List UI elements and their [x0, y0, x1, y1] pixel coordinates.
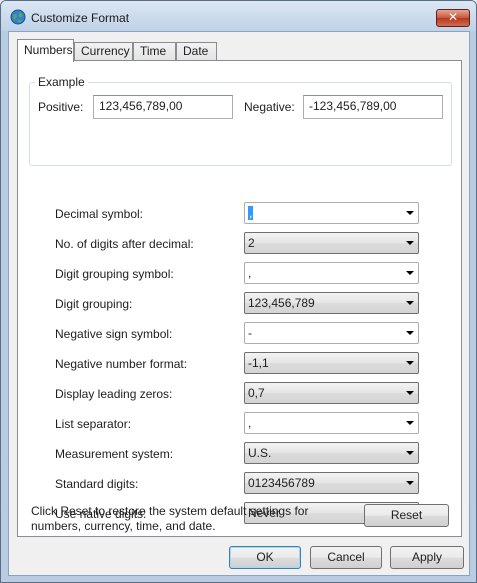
chevron-down-icon: [406, 241, 414, 245]
combo-value: -1,1: [248, 356, 269, 370]
negative-label: Negative:: [244, 100, 295, 114]
ok-button[interactable]: OK: [229, 546, 301, 569]
decimal-symbol-combo[interactable]: ,: [244, 202, 419, 224]
chevron-down-icon[interactable]: [406, 331, 414, 335]
chevron-down-icon: [406, 391, 414, 395]
list-separator-combo[interactable]: ,: [244, 412, 419, 434]
chevron-down-icon: [406, 481, 414, 485]
digits-after-decimal-dropdown[interactable]: 2: [244, 232, 419, 254]
chevron-down-icon[interactable]: [406, 271, 414, 275]
apply-button[interactable]: Apply: [390, 546, 464, 569]
close-icon: ✕: [447, 10, 459, 24]
window-title: Customize Format: [31, 11, 130, 25]
combo-value: ,: [248, 416, 252, 430]
dialog-client-area: Numbers Currency Time Date Example Posit…: [8, 31, 470, 576]
display-leading-zeros-dropdown[interactable]: 0,7: [244, 382, 419, 404]
digit-grouping-dropdown[interactable]: 123,456,789: [244, 292, 419, 314]
customize-format-dialog: Customize Format ✕ Numbers Currency Time…: [0, 0, 477, 583]
tab-currency[interactable]: Currency: [74, 42, 133, 61]
tab-label: Date: [183, 44, 209, 58]
tab-label: Time: [140, 44, 167, 58]
reset-button[interactable]: Reset: [364, 504, 449, 527]
tab-label: Currency: [81, 44, 130, 58]
decimal-symbol-label: Decimal symbol:: [55, 207, 144, 221]
standard-digits-dropdown[interactable]: 0123456789: [244, 472, 419, 494]
positive-label: Positive:: [38, 100, 84, 114]
positive-example-field: 123,456,789,00: [93, 95, 233, 119]
measurement-system-dropdown[interactable]: U.S.: [244, 442, 419, 464]
negative-example-field: -123,456,789,00: [303, 95, 443, 119]
example-groupbox: Example Positive: 123,456,789,00 Negativ…: [29, 75, 452, 166]
title-bar[interactable]: Customize Format ✕: [1, 1, 476, 31]
digit-grouping-symbol-combo[interactable]: ,: [244, 262, 419, 284]
example-legend: Example: [35, 75, 88, 89]
combo-value: ,: [248, 206, 254, 220]
combo-value: -: [248, 326, 252, 340]
combo-value: U.S.: [248, 446, 272, 460]
close-button[interactable]: ✕: [436, 9, 470, 27]
negative-sign-symbol-combo[interactable]: -: [244, 322, 419, 344]
chevron-down-icon: [406, 301, 414, 305]
chevron-down-icon: [406, 451, 414, 455]
tab-time[interactable]: Time: [133, 42, 176, 61]
combo-value: ,: [248, 266, 252, 280]
globe-icon: [10, 9, 26, 25]
cancel-button[interactable]: Cancel: [310, 546, 382, 569]
tab-numbers[interactable]: Numbers: [17, 39, 74, 62]
negative-number-format-label: Negative number format:: [55, 357, 188, 371]
negative-sign-symbol-label: Negative sign symbol:: [55, 327, 173, 341]
reset-info-text: Click Reset to restore the system defaul…: [31, 504, 309, 533]
tab-label: Numbers: [24, 43, 73, 57]
display-leading-zeros-label: Display leading zeros:: [55, 387, 173, 401]
standard-digits-label: Standard digits:: [55, 477, 139, 491]
chevron-down-icon[interactable]: [406, 211, 414, 215]
combo-value: 0123456789: [248, 476, 315, 490]
negative-number-format-dropdown[interactable]: -1,1: [244, 352, 419, 374]
combo-value: 2: [248, 236, 255, 250]
combo-value: 123,456,789: [248, 296, 315, 310]
digit-grouping-symbol-label: Digit grouping symbol:: [55, 267, 174, 281]
measurement-system-label: Measurement system:: [55, 447, 174, 461]
tab-date[interactable]: Date: [176, 42, 217, 61]
numbers-tab-panel: Example Positive: 123,456,789,00 Negativ…: [17, 60, 462, 537]
combo-value: 0,7: [248, 386, 265, 400]
digit-grouping-label: Digit grouping:: [55, 297, 133, 311]
list-separator-label: List separator:: [55, 417, 132, 431]
digits-after-decimal-label: No. of digits after decimal:: [55, 237, 194, 251]
chevron-down-icon[interactable]: [406, 421, 414, 425]
chevron-down-icon: [406, 361, 414, 365]
